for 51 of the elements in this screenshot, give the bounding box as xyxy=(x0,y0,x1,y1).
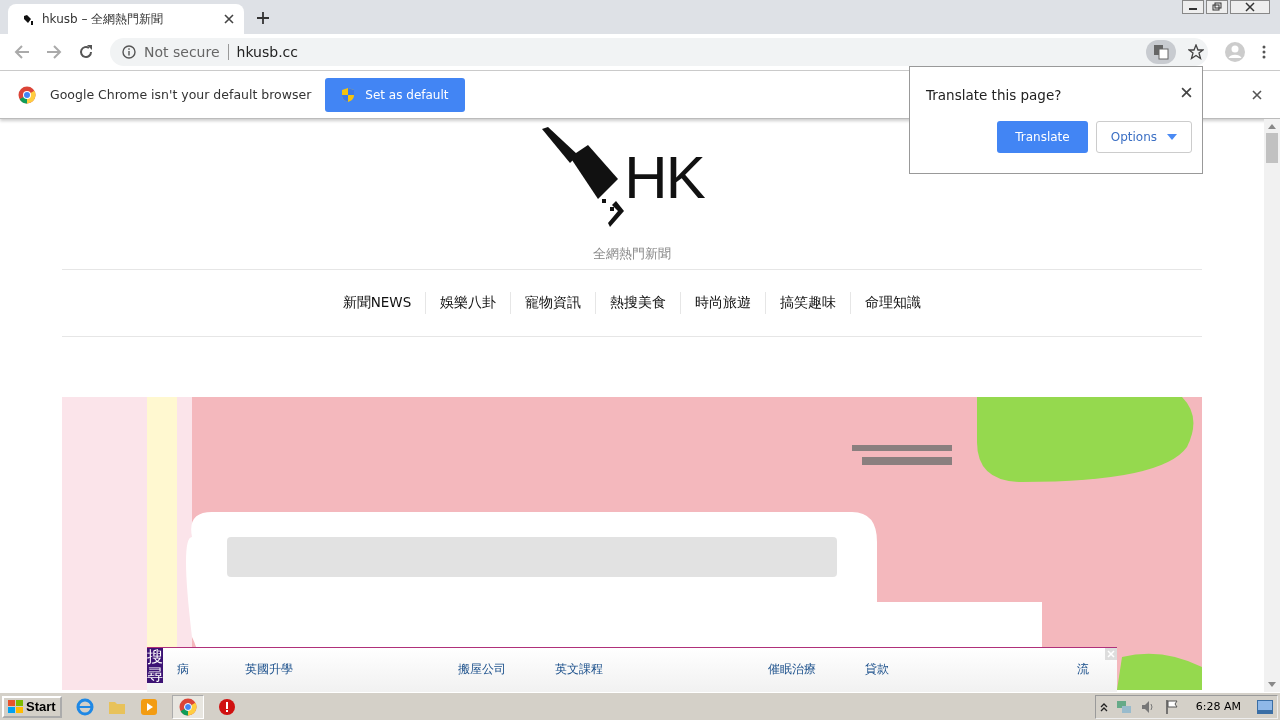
nav-link[interactable]: 新聞NEWS xyxy=(328,294,426,312)
menu-icon[interactable] xyxy=(1262,45,1266,59)
ad-link[interactable]: 流 xyxy=(1077,661,1089,678)
shield-icon xyxy=(341,86,356,103)
logo-text: HK xyxy=(624,142,704,212)
close-icon[interactable] xyxy=(1252,89,1262,100)
scroll-down-icon[interactable] xyxy=(1268,682,1276,688)
translate-button[interactable]: Translate xyxy=(997,121,1088,153)
minimize-icon[interactable] xyxy=(1182,0,1204,14)
show-desktop-icon[interactable] xyxy=(1257,699,1273,714)
start-button[interactable]: Start xyxy=(2,695,62,718)
nav-link[interactable]: 寵物資訊 xyxy=(511,294,596,312)
chrome-icon xyxy=(18,85,36,104)
scroll-up-icon[interactable] xyxy=(1268,123,1276,129)
ad-link[interactable]: 英國升學 xyxy=(245,661,293,678)
security-label: Not secure xyxy=(144,44,220,60)
scrollbar-thumb[interactable] xyxy=(1266,133,1278,163)
nav-link[interactable]: 時尚旅遊 xyxy=(681,294,766,312)
close-icon[interactable] xyxy=(1181,86,1192,98)
close-icon[interactable] xyxy=(224,14,234,24)
reload-icon[interactable] xyxy=(78,44,94,60)
nav-link[interactable]: 命理知識 xyxy=(851,294,936,312)
chevron-up-icon[interactable] xyxy=(1099,701,1108,712)
ad-link[interactable]: 貸款 xyxy=(865,661,889,678)
new-tab-icon[interactable] xyxy=(256,11,270,25)
clock[interactable]: 6:28 AM xyxy=(1195,700,1241,713)
ad-link[interactable]: 病 xyxy=(177,661,189,678)
search-label: 搜尋 xyxy=(147,648,163,684)
close-icon[interactable] xyxy=(1230,0,1270,14)
set-default-button[interactable]: Set as default xyxy=(325,77,465,112)
ad-link[interactable]: 英文課程 xyxy=(555,661,603,678)
infobar-message: Google Chrome isn't your default browser xyxy=(50,87,312,102)
restore-icon[interactable] xyxy=(1206,0,1228,14)
options-button[interactable]: Options xyxy=(1095,121,1192,153)
translate-icon[interactable] xyxy=(1146,40,1176,64)
windows-logo-icon xyxy=(8,699,24,714)
ad-link[interactable]: 催眠治療 xyxy=(768,661,816,678)
browser-tab[interactable]: hkusb – 全網熱門新聞 xyxy=(8,4,244,34)
flag-icon[interactable] xyxy=(1163,698,1180,715)
star-icon[interactable] xyxy=(1188,44,1204,60)
chrome-icon[interactable] xyxy=(178,697,197,716)
address-field[interactable]: hkusb.cc xyxy=(236,44,298,60)
site-tagline: 全網熱門新聞 xyxy=(62,245,1202,270)
nav-link[interactable]: 熱搜美食 xyxy=(596,294,681,312)
ad-link[interactable]: 搬屋公司 xyxy=(458,661,506,678)
caret-icon xyxy=(1167,134,1177,140)
stop-icon[interactable] xyxy=(217,697,236,716)
popup-title: Translate this page? xyxy=(926,87,1062,103)
info-icon[interactable] xyxy=(122,45,136,59)
nav-link[interactable]: 搞笑趣味 xyxy=(766,294,851,312)
nav-link[interactable]: 娛樂八卦 xyxy=(426,294,511,312)
